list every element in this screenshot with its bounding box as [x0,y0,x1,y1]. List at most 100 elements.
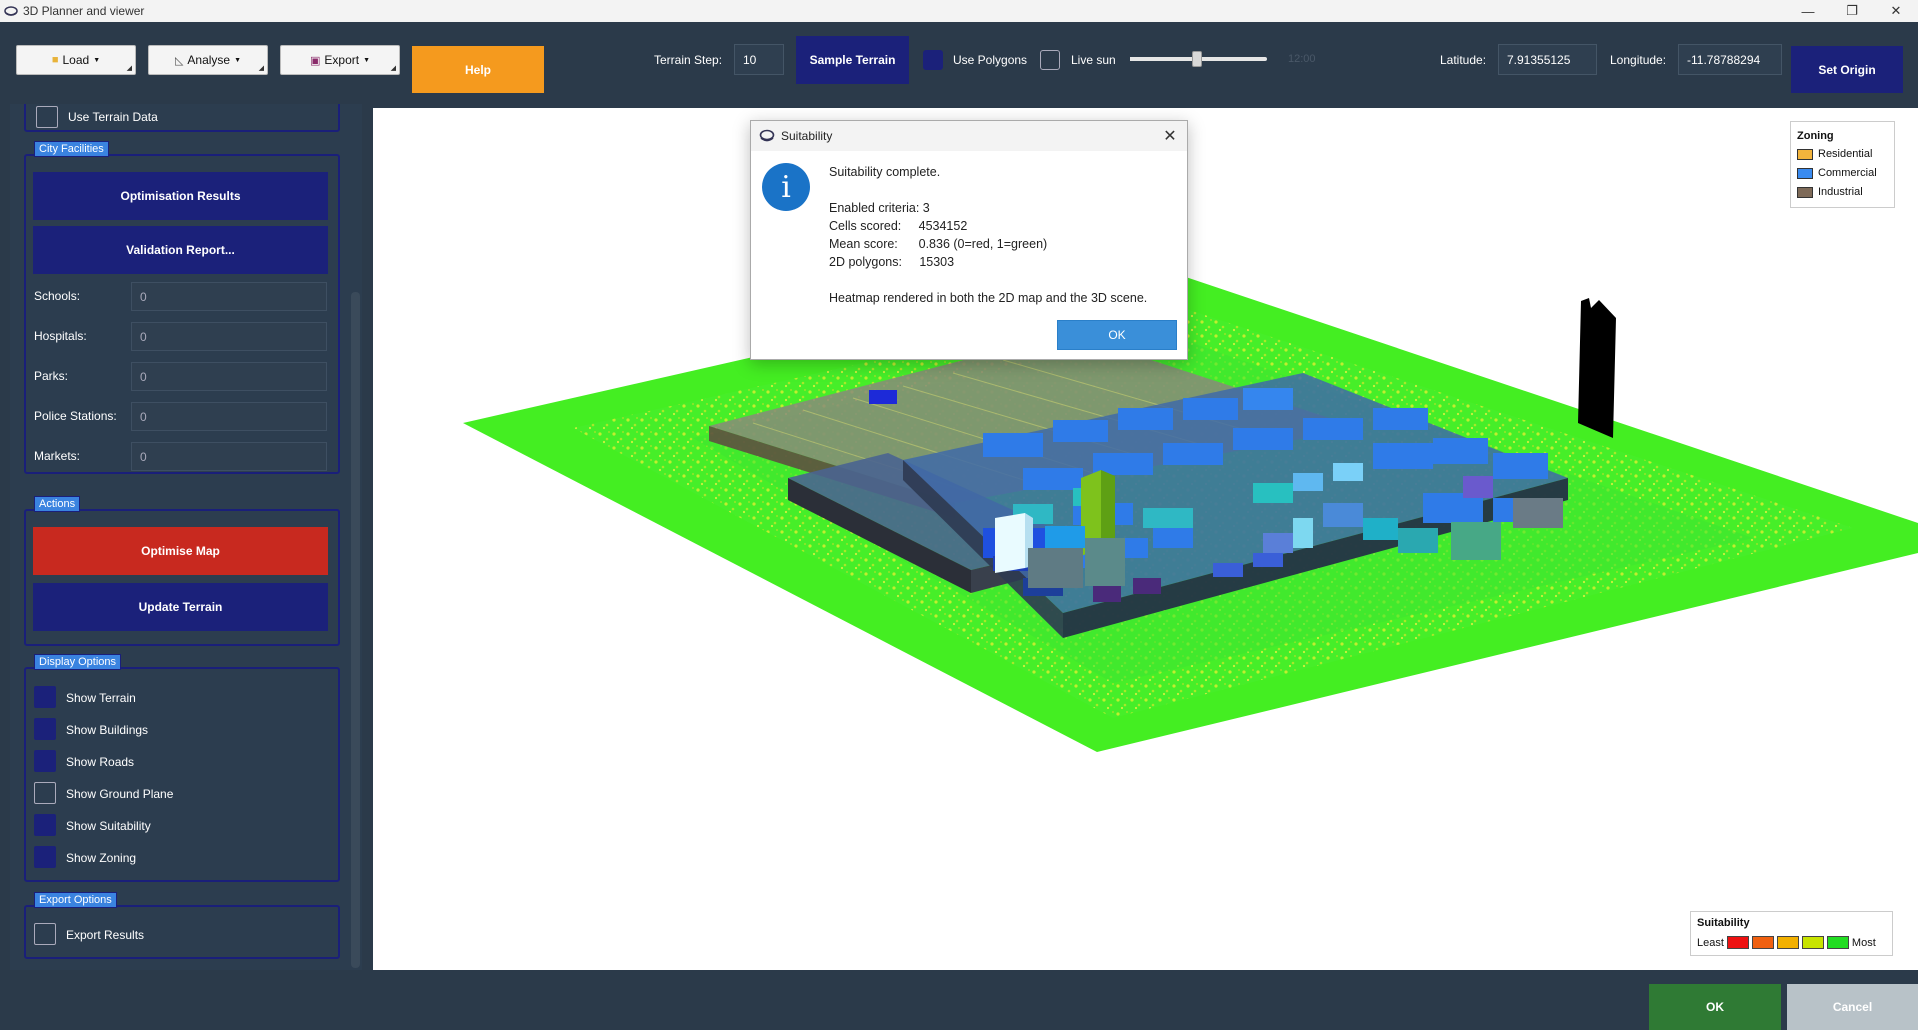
terrain-step-label: Terrain Step: [654,53,723,67]
use-polygons-label: Use Polygons [953,53,1028,67]
save-icon: ▣ [309,54,321,67]
show-zoning-checkbox[interactable] [34,846,56,868]
close-icon[interactable]: ✕ [1161,127,1179,145]
swatch-yellow-green [1801,936,1824,949]
cancel-button[interactable]: Cancel [1787,984,1918,1030]
sun-time-label: 12:00 [1288,53,1316,65]
show-terrain-checkbox[interactable] [34,686,56,708]
load-menu-button[interactable]: ■ Load ▼ ◢ [16,45,136,75]
left-panel: Use Terrain Data City Facilities Optimis… [10,104,362,970]
legend-item-commercial: Commercial [1797,167,1877,179]
export-label: Export [324,53,360,67]
ok-button[interactable]: OK [1649,984,1781,1030]
terrain-options-group: Use Terrain Data [24,104,340,132]
chevron-down-icon: ▼ [234,56,242,64]
live-sun-checkbox[interactable] [1040,50,1060,70]
info-icon: i [762,163,810,211]
show-ground-plane-label: Show Ground Plane [66,787,174,801]
optimise-map-button[interactable]: Optimise Map [33,527,328,575]
latitude-label: Latitude: [1440,53,1487,67]
show-roads-label: Show Roads [66,755,135,769]
validation-report-button[interactable]: Validation Report... [33,226,328,274]
title-bar: 3D Planner and viewer — ❐ ✕ [0,0,1918,22]
minimize-button[interactable]: — [1786,0,1830,22]
use-terrain-data-checkbox[interactable] [36,106,58,128]
legend-item-industrial: Industrial [1797,186,1863,198]
swatch-amber [1776,936,1799,949]
show-buildings-checkbox[interactable] [34,718,56,740]
menu-indicator-icon: ◢ [258,65,264,72]
use-polygons-checkbox[interactable] [923,50,943,70]
suitability-legend-title: Suitability [1697,917,1750,929]
use-terrain-data-label: Use Terrain Data [68,110,158,124]
help-button[interactable]: Help [412,46,544,93]
sun-time-slider[interactable] [1130,51,1267,67]
schools-input[interactable]: 0 [131,282,327,311]
most-label: Most [1851,936,1876,949]
optimisation-results-button[interactable]: Optimisation Results [33,172,328,220]
show-suitability-checkbox[interactable] [34,814,56,836]
export-results-checkbox[interactable] [34,923,56,945]
menu-indicator-icon: ◢ [126,65,132,72]
terrain-step-input[interactable]: 10 [734,44,784,75]
latitude-input[interactable]: 7.91355125 [1498,44,1597,75]
ruler-icon: ◺ [174,54,184,67]
show-terrain-label: Show Terrain [66,691,136,705]
commercial-swatch [1797,167,1813,179]
swatch-red [1726,936,1749,949]
dialog-ok-button[interactable]: OK [1057,320,1177,350]
tower-blue-left [1045,526,1085,548]
swatch-orange [1751,936,1774,949]
folder-icon: ■ [51,54,59,66]
least-label: Least [1697,936,1724,949]
sun-slider-fill [1130,57,1198,61]
update-terrain-button[interactable]: Update Terrain [33,583,328,631]
suitability-scale: Least Most [1697,936,1876,949]
residential-label: Residential [1818,148,1873,160]
sun-slider-thumb[interactable] [1192,51,1202,67]
hospitals-input[interactable]: 0 [131,322,327,351]
residential-swatch [1797,148,1813,160]
analyse-menu-button[interactable]: ◺ Analyse ▼ ◢ [148,45,268,75]
zoning-legend: Zoning Residential Commercial Industrial [1790,121,1895,208]
sample-terrain-button[interactable]: Sample Terrain [796,36,909,84]
zoning-legend-title: Zoning [1797,130,1834,142]
show-buildings-label: Show Buildings [66,723,149,737]
longitude-input[interactable]: -11.78788294 [1678,44,1782,75]
tower-grey [1028,548,1083,588]
legend-item-residential: Residential [1797,148,1872,160]
tower-grey-2 [1085,538,1125,586]
hospitals-label: Hospitals: [34,329,87,343]
police-stations-input[interactable]: 0 [131,402,327,431]
show-zoning-label: Show Zoning [66,851,137,865]
export-menu-button[interactable]: ▣ Export ▼ ◢ [280,45,400,75]
left-panel-scrollbar[interactable] [351,292,360,968]
menu-indicator-icon: ◢ [390,65,396,72]
dialog-title: Suitability [781,129,833,143]
app-logo-icon [4,6,18,16]
close-window-button[interactable]: ✕ [1874,0,1918,22]
toolbar: ■ Load ▼ ◢ ◺ Analyse ▼ ◢ ▣ Export ▼ ◢ He… [0,22,1918,104]
police-stations-label: Police Stations: [34,409,117,423]
show-ground-plane-checkbox[interactable] [34,782,56,804]
show-roads-checkbox[interactable] [34,750,56,772]
dialog-mean-score: Mean score: 0.836 (0=red, 1=green) [829,237,1048,251]
parks-input[interactable]: 0 [131,362,327,391]
small-blue-block [869,390,897,404]
show-suitability-label: Show Suitability [66,819,151,833]
city-facilities-title: City Facilities [34,141,109,157]
tower-white [995,513,1025,573]
app-logo-icon [759,129,775,142]
set-origin-button[interactable]: Set Origin [1791,46,1903,93]
live-sun-label: Live sun [1071,53,1116,67]
industrial-label: Industrial [1818,186,1863,198]
export-results-label: Export Results [66,928,145,942]
maximize-button[interactable]: ❐ [1830,0,1874,22]
markets-input[interactable]: 0 [131,442,327,471]
dialog-heatmap-note: Heatmap rendered in both the 2D map and … [829,291,1148,305]
chevron-down-icon: ▼ [93,56,101,64]
swatch-green [1826,936,1849,949]
schools-label: Schools: [34,289,81,303]
chimney-structure [1578,298,1616,438]
dialog-cells-scored: Cells scored: 4534152 [829,219,968,233]
